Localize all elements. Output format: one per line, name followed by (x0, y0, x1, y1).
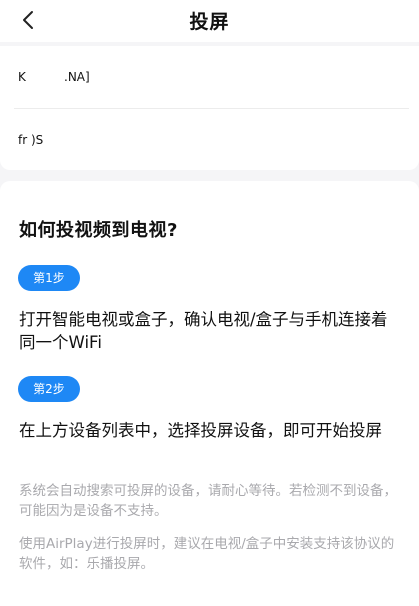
step-2-badge: 第2步 (18, 376, 80, 402)
device-item[interactable]: fr )S (0, 109, 419, 171)
device-name: K .NA] (18, 70, 90, 84)
note-text: 系统会自动搜索可投屏的设备，请耐心等待。若检测不到设备，可能因为是设备不支持。 (19, 483, 397, 519)
note-text: 使用AirPlay进行投屏时，建议在电视/盒子中安装支持该协议的软件，如：乐播投… (19, 536, 395, 572)
device-name: fr )S (18, 133, 44, 147)
step-2-text: 在上方设备列表中，选择投屏设备，即可开始投屏 (19, 421, 382, 440)
page-title: 投屏 (189, 11, 230, 33)
guide-title: 如何投视频到电视? (19, 220, 178, 241)
step-1-text: 打开智能电视或盒子，确认电视/盒子与手机连接着同一个WiFi (19, 310, 388, 352)
step-1-badge: 第1步 (18, 265, 80, 291)
device-list: K .NA] fr )S (0, 46, 419, 170)
device-item[interactable]: K .NA] (0, 46, 419, 108)
guide-section: 如何投视频到电视? 第1步 打开智能电视或盒子，确认电视/盒子与手机连接着同一个… (0, 181, 419, 606)
top-bar: 投屏 (0, 0, 419, 42)
